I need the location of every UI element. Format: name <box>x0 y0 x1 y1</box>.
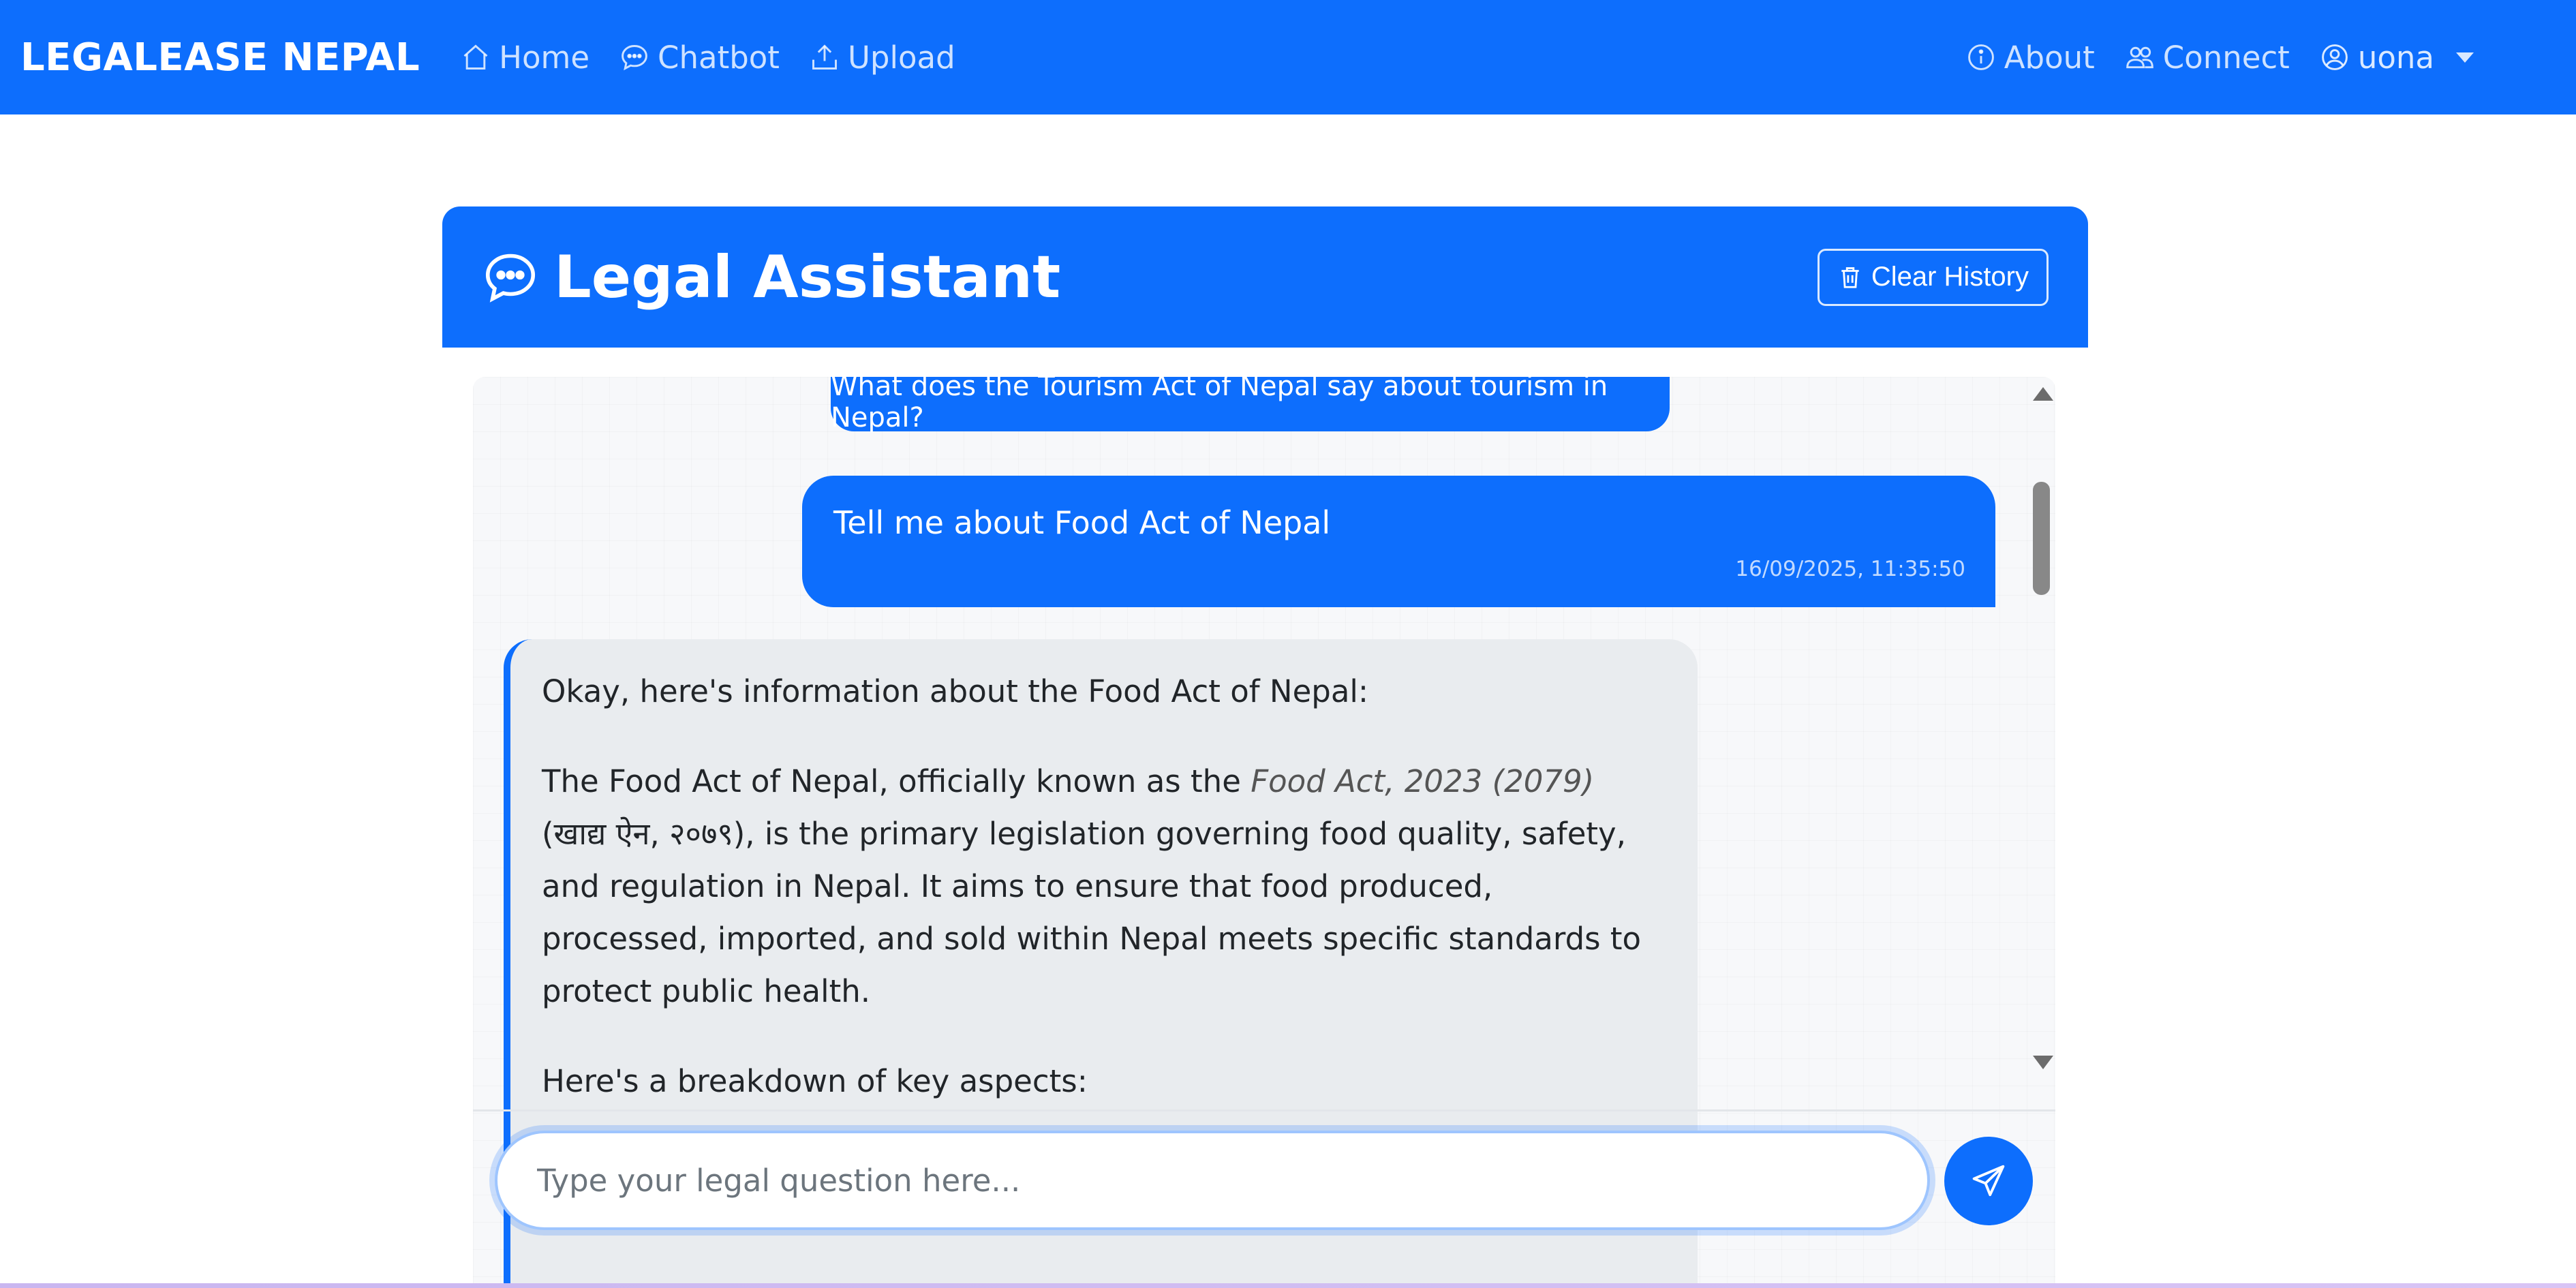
message-text: What does the Tourism Act of Nepal say a… <box>831 377 1608 433</box>
nav-chatbot-label: Chatbot <box>658 39 780 76</box>
nav-chatbot[interactable]: Chatbot <box>619 40 780 76</box>
chat-title: Legal Assistant <box>482 243 1060 311</box>
bot-paragraph-rest: (खाद्य ऐन, २०७९), is the primary legisla… <box>542 816 1642 1009</box>
bot-paragraph-start: The Food Act of Nepal, officially known … <box>542 763 1251 799</box>
act-name: Food Act, 2023 (2079) <box>1251 763 1595 799</box>
nav-about[interactable]: About <box>1966 40 2095 76</box>
house-icon <box>463 44 488 70</box>
nav-links: Home Chatbot Upload <box>461 40 955 76</box>
nav-about-label: About <box>2004 39 2095 76</box>
message-text: Tell me about Food Act of Nepal <box>833 504 1331 541</box>
send-button[interactable] <box>1944 1137 2033 1225</box>
nav-right: About Connect uona <box>1966 40 2474 76</box>
bot-paragraph: The Food Act of Nepal, officially known … <box>542 755 1666 1017</box>
chat-header: Legal Assistant Clear History <box>442 206 2088 348</box>
scroll-down-arrow[interactable] <box>2033 1056 2053 1069</box>
upload-icon <box>812 44 837 70</box>
scroll-up-arrow[interactable] <box>2033 387 2053 401</box>
message-timestamp: 16/09/2025, 11:35:50 <box>1735 557 1965 581</box>
input-divider <box>473 1109 2055 1111</box>
brand-logo[interactable]: LEGALEASE NEPAL <box>20 35 420 80</box>
send-icon <box>1972 1165 2005 1197</box>
nav-home[interactable]: Home <box>461 40 589 76</box>
chat-dots-icon <box>485 254 536 303</box>
people-icon <box>2126 46 2153 69</box>
person-circle-icon <box>2321 44 2348 70</box>
clear-history-button[interactable]: Clear History <box>1817 248 2049 306</box>
chat-title-text: Legal Assistant <box>554 243 1061 311</box>
bottom-stripe <box>0 1283 2576 1288</box>
chevron-down-icon <box>2456 52 2474 63</box>
nav-upload[interactable]: Upload <box>810 40 955 76</box>
info-circle-icon <box>1967 44 1994 70</box>
chat-card: Legal Assistant Clear History What does … <box>442 206 2088 1288</box>
nav-upload-label: Upload <box>847 39 955 76</box>
nav-connect-label: Connect <box>2162 39 2290 76</box>
trash-icon <box>1841 266 1859 288</box>
chat-dots-icon <box>622 45 647 71</box>
scrollbar-thumb[interactable] <box>2033 482 2050 595</box>
question-input[interactable] <box>495 1131 1930 1230</box>
nav-connect[interactable]: Connect <box>2125 40 2290 76</box>
user-name: uona <box>2357 39 2434 76</box>
user-message: What does the Tourism Act of Nepal say a… <box>831 377 1670 433</box>
user-dropdown[interactable]: uona <box>2320 40 2474 76</box>
clear-history-label: Clear History <box>1871 262 2029 292</box>
user-message: Tell me about Food Act of Nepal 16/09/20… <box>802 476 1995 607</box>
nav-home-label: Home <box>499 39 590 76</box>
bot-breakdown: Here's a breakdown of key aspects: <box>542 1063 1088 1099</box>
bot-intro: Okay, here's information about the Food … <box>542 673 1369 709</box>
navbar: LEGALEASE NEPAL Home Chatbot Upload Abou… <box>0 0 2576 114</box>
